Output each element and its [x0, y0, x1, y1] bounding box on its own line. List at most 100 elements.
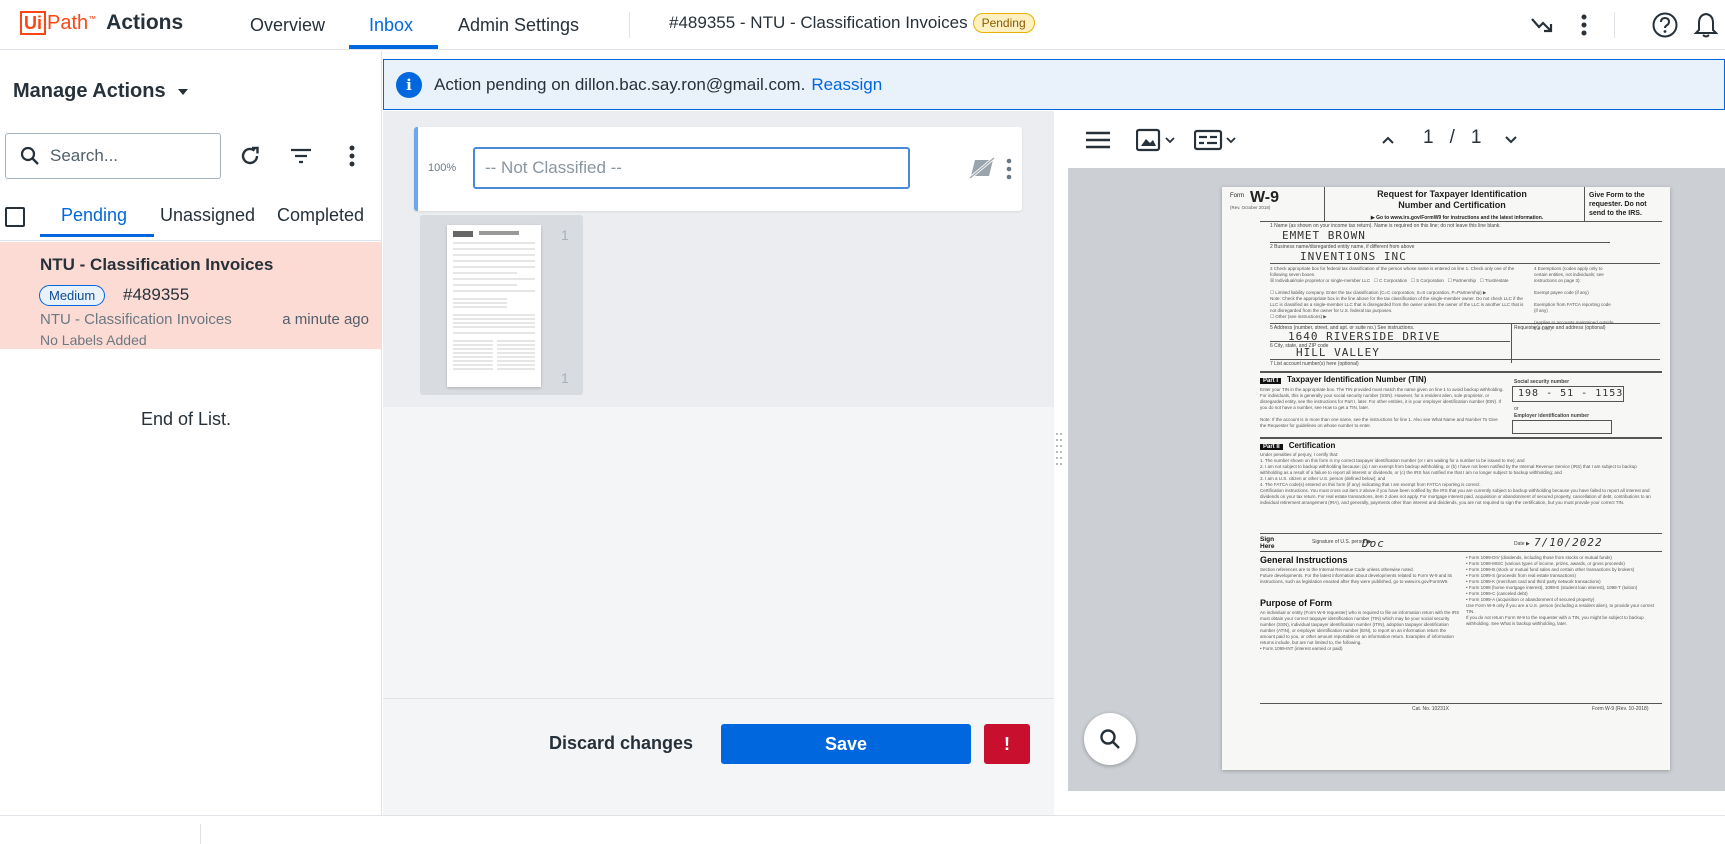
image-view-icon[interactable]	[1136, 127, 1176, 153]
info-banner: i Action pending on dillon.bac.say.ron@g…	[383, 59, 1725, 110]
discard-changes-button[interactable]: Discard changes	[549, 733, 693, 754]
divider	[1324, 187, 1325, 221]
task-list-item[interactable]: NTU - Classification Invoices Medium #48…	[0, 242, 381, 349]
doc-title: Request for Taxpayer Identification Numb…	[1377, 189, 1527, 210]
caret-down-icon	[177, 88, 188, 95]
nav-tab-overview[interactable]: Overview	[250, 0, 325, 50]
doc-paragraph: 3 Check appropriate box for federal tax …	[1270, 266, 1524, 319]
more-vert-icon[interactable]	[997, 153, 1021, 185]
doc-signature: Doc	[1362, 537, 1385, 550]
save-button[interactable]: Save	[721, 724, 971, 764]
info-icon: i	[396, 71, 422, 98]
text-view-icon[interactable]	[1194, 127, 1238, 153]
doc-sign-here: Sign Here	[1260, 536, 1275, 550]
more-vert-icon[interactable]	[336, 140, 368, 172]
task-catalog: NTU - Classification Invoices	[40, 311, 232, 328]
search-input[interactable]	[50, 146, 200, 166]
doc-revision: (Rev. October 2018)	[1230, 205, 1271, 210]
doc-paragraph: Under penalties of perjury, I certify th…	[1260, 452, 1651, 505]
search-icon	[1100, 729, 1120, 749]
footer-bar	[0, 815, 1725, 844]
next-page-icon[interactable]	[1504, 127, 1518, 153]
active-tab-indicator	[349, 45, 438, 49]
menu-icon[interactable]	[1085, 127, 1111, 153]
trend-icon[interactable]	[1526, 9, 1558, 41]
divider	[1260, 703, 1662, 704]
tab-completed[interactable]: Completed	[277, 205, 364, 226]
sidebar: Manage Actions Pending Unassigned Comple…	[0, 51, 382, 815]
filter-icon[interactable]	[285, 140, 317, 172]
divider	[1260, 371, 1662, 373]
doc-general-instructions: General Instructions	[1260, 555, 1348, 565]
priority-badge: Medium	[39, 285, 106, 306]
divider	[200, 824, 201, 844]
divider	[1511, 323, 1512, 363]
doc-part2-heading: Part II Certification	[1260, 441, 1335, 450]
top-bar: Ui Path™ Actions Overview Inbox Admin Se…	[0, 0, 1725, 50]
w9-document-page: Form W-9 (Rev. October 2018) Request for…	[1222, 187, 1670, 770]
classification-card: 100%	[414, 127, 1022, 211]
end-of-list-text: End of List.	[140, 409, 232, 429]
report-exception-button[interactable]: !	[984, 724, 1030, 764]
doc-ssn-value: 198 - 51 - 1153	[1518, 388, 1624, 399]
ein-box	[1512, 420, 1612, 434]
task-header-title: #489355 - NTU - Classification Invoices	[669, 13, 968, 32]
task-id: #489355	[123, 285, 190, 304]
thumbnail-page-number: 1	[561, 227, 569, 243]
divider	[1260, 437, 1662, 439]
logo-path: Path™	[47, 11, 97, 34]
uipath-logo[interactable]: Ui Path™ Actions	[20, 9, 183, 37]
divider	[1270, 263, 1660, 264]
classification-panel: 100% -- Not Classified -- 1 1 Discard ch…	[383, 111, 1054, 815]
divider	[0, 240, 381, 241]
search-icon	[20, 146, 39, 165]
manage-actions-dropdown[interactable]: Manage Actions	[13, 80, 188, 103]
status-badge: Pending	[972, 13, 1035, 33]
search-box[interactable]	[5, 133, 221, 179]
panel-resize-handle[interactable]	[1055, 430, 1063, 470]
help-icon[interactable]	[1649, 9, 1681, 41]
divider	[1260, 533, 1662, 534]
document-canvas[interactable]: Form W-9 (Rev. October 2018) Request for…	[1068, 168, 1725, 791]
active-tab-indicator	[40, 234, 154, 237]
doc-paragraph: Enter your TIN in the appropriate box. T…	[1260, 387, 1504, 428]
tab-pending[interactable]: Pending	[61, 205, 127, 226]
doc-city-value: HILL VALLEY	[1296, 346, 1380, 359]
page-separator: /	[1449, 127, 1455, 148]
current-page[interactable]: 1	[1423, 127, 1434, 149]
total-pages: 1	[1470, 127, 1482, 148]
doc-name-value: EMMET BROWN	[1282, 229, 1366, 242]
manage-actions-label: Manage Actions	[13, 80, 166, 102]
divider	[1260, 221, 1662, 222]
bell-icon[interactable]	[1693, 9, 1725, 41]
divider	[1270, 341, 1510, 342]
previous-page-icon[interactable]	[1381, 127, 1395, 153]
eye-off-icon[interactable]	[968, 156, 998, 181]
divider	[1270, 359, 1660, 360]
nav-tab-inbox[interactable]: Inbox	[369, 0, 413, 50]
divider	[629, 12, 630, 38]
zoom-button[interactable]	[1084, 713, 1136, 765]
document-viewer-panel: 1 / 1 Form W-9 (Rev. October 2018) Reque…	[1068, 111, 1725, 791]
doc-ssn-label: Social security number	[1514, 379, 1570, 385]
select-all-checkbox[interactable]	[5, 207, 25, 227]
task-time: a minute ago	[282, 311, 369, 328]
divider	[1584, 187, 1585, 221]
reassign-link[interactable]: Reassign	[811, 75, 882, 95]
task-title: NTU - Classification Invoices	[40, 255, 274, 274]
task-labels: No Labels Added	[40, 332, 147, 348]
divider	[1260, 551, 1662, 552]
doc-purpose-heading: Purpose of Form	[1260, 598, 1333, 608]
doc-paragraph: An individual or entity (Form W-9 reques…	[1260, 610, 1460, 651]
doc-paragraph: • Form 1099-DIV (dividends, including th…	[1466, 555, 1655, 626]
more-vert-icon[interactable]	[1568, 9, 1600, 41]
nav-tab-admin-settings[interactable]: Admin Settings	[458, 0, 579, 50]
banner-text: Action pending on dillon.bac.say.ron@gma…	[434, 74, 806, 94]
tab-unassigned[interactable]: Unassigned	[160, 205, 255, 226]
doc-field-label: 7 List account number(s) here (optional)	[1270, 361, 1359, 367]
refresh-icon[interactable]	[234, 140, 266, 172]
divider	[1270, 242, 1610, 243]
classification-input[interactable]	[473, 147, 910, 189]
action-footer: Discard changes Save !	[383, 698, 1054, 815]
page-thumbnail[interactable]: 1 1	[420, 215, 583, 395]
